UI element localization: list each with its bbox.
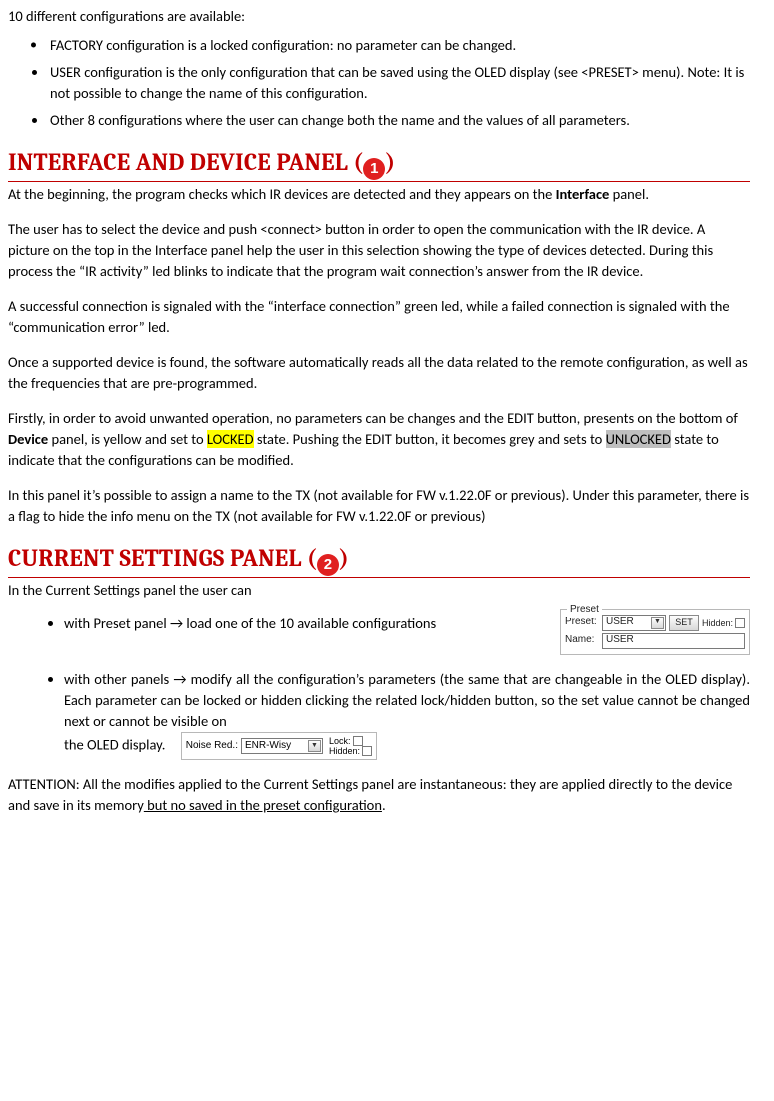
paragraph: In the Current Settings panel the user c… [8,580,750,601]
paragraph: A successful connection is signaled with… [8,296,750,338]
heading-text-pre: INTERFACE AND DEVICE PANEL ( [8,148,363,176]
paragraph: In this panel it’s possible to assign a … [8,485,750,527]
highlight-locked: LOCKED [207,430,254,448]
lock-label: Lock: [329,736,351,746]
text-run: panel, is yellow and set to [48,430,207,448]
lock-checkbox[interactable] [353,736,363,746]
text-run: . [382,796,386,814]
paragraph: At the beginning, the program checks whi… [8,184,750,205]
text-underline: but no saved in the preset configuration [144,796,382,814]
paragraph: The user has to select the device and pu… [8,219,750,282]
text-run: Firstly, in order to avoid unwanted oper… [8,409,738,427]
name-label: Name: [565,633,599,648]
hidden-label: Hidden: [329,746,360,756]
paragraph: Once a supported device is found, the so… [8,352,750,394]
list-item: USER configuration is the only configura… [48,62,750,104]
heading-text-post: ) [385,148,395,176]
hidden-label: Hidden: [702,618,733,628]
preset-widget: Preset Preset: USER ▼ SET Hidden: [560,609,750,655]
list-item: with other panels → modify all the confi… [64,669,750,760]
chevron-down-icon[interactable]: ▼ [308,740,321,752]
section-heading-interface: INTERFACE AND DEVICE PANEL (1) [8,145,750,182]
noise-red-value: ENR-Wisy [245,739,291,754]
circle-number-icon: 1 [363,158,385,180]
set-button[interactable]: SET [669,615,699,631]
heading-text-post: ) [339,544,349,572]
paragraph: Firstly, in order to avoid unwanted oper… [8,408,750,471]
attention-paragraph: ATTENTION: All the modifies applied to t… [8,774,750,816]
intro-line: 10 different configurations are availabl… [8,6,750,27]
hidden-checkbox[interactable] [362,746,372,756]
noise-red-combo[interactable]: ENR-Wisy ▼ [241,738,323,754]
preset-combo[interactable]: USER ▼ [602,615,666,631]
text-bold: Interface [556,185,610,203]
list-item-text: with Preset panel → load one of the 10 a… [64,613,548,634]
list-item: with Preset panel → load one of the 10 a… [64,613,750,655]
config-list: FACTORY configuration is a locked config… [8,35,750,131]
list-item-text: with other panels → modify all the confi… [64,670,750,730]
settings-list: with Preset panel → load one of the 10 a… [8,613,750,760]
noise-red-widget: Noise Red.: ENR-Wisy ▼ Lock: Hidden: [181,732,377,760]
circle-number-icon: 2 [317,554,339,576]
list-item: Other 8 configurations where the user ca… [48,110,750,131]
name-input[interactable]: USER [602,633,745,649]
section-heading-current-settings: CURRENT SETTINGS PANEL (2) [8,541,750,578]
chevron-down-icon[interactable]: ▼ [651,617,664,629]
heading-text-pre: CURRENT SETTINGS PANEL ( [8,544,317,572]
text-bold: Device [8,430,48,448]
hidden-checkbox[interactable] [735,618,745,628]
preset-legend: Preset [567,603,602,618]
list-item-text: the OLED display. [64,736,165,754]
list-item: FACTORY configuration is a locked config… [48,35,750,56]
text-run: panel. [609,185,649,203]
text-run: At the beginning, the program checks whi… [8,185,556,203]
text-run: state. Pushing the EDIT button, it becom… [254,430,606,448]
preset-combo-value: USER [606,615,634,630]
noise-red-label: Noise Red.: [186,739,238,754]
highlight-unlocked: UNLOCKED [606,430,671,448]
